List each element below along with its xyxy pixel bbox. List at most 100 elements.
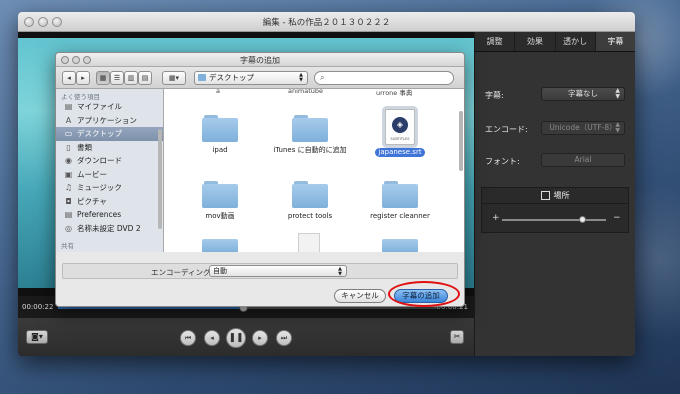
position-box: 場所 + − bbox=[481, 187, 629, 233]
updown-arrows-icon: ▲ ▼ bbox=[615, 121, 620, 134]
cancel-button[interactable]: キャンセル bbox=[334, 289, 386, 303]
sidebar-item-preferences[interactable]: ▤ Preferences bbox=[56, 208, 163, 222]
sidebar-item-applications[interactable]: A アプリケーション bbox=[56, 114, 163, 128]
position-icon bbox=[540, 191, 550, 200]
downloads-icon: ◉ bbox=[65, 156, 72, 166]
encode-select[interactable]: Unicode（UTF-8） ▲ ▼ bbox=[541, 121, 625, 135]
current-time: 00:00:22 bbox=[22, 303, 54, 311]
font-value: Arial bbox=[574, 155, 592, 164]
sidebar-item-label: ピクチャ bbox=[77, 196, 107, 206]
sidebar-item-movies[interactable]: ▣ ムービー bbox=[56, 168, 163, 182]
add-subtitle-dialog: 字幕の追加 ◂ ▸ ▦ ☰ ▥ ▤ ▦▾ デスクトップ ▲ ▼ ⌕ よく使う項目 … bbox=[55, 52, 465, 307]
pictures-icon: ◘ bbox=[65, 196, 72, 206]
movies-icon: ▣ bbox=[64, 169, 73, 179]
sidebar-item-label: Preferences bbox=[77, 210, 122, 219]
pause-button[interactable]: ❚❚ bbox=[226, 328, 246, 348]
arrange-button[interactable]: ▦▾ bbox=[162, 71, 186, 85]
camera-icon: ◙▾ bbox=[31, 332, 43, 341]
settings-panel: 調整 効果 透かし 字幕 字幕: 字幕なし ▲ ▼ エンコード: Unicode（… bbox=[474, 32, 635, 356]
sidebar-item-label: ダウンロード bbox=[77, 156, 122, 165]
grid-icon: ▦ bbox=[99, 74, 107, 82]
sidebar-item-downloads[interactable]: ◉ ダウンロード bbox=[56, 154, 163, 168]
sidebar-item-label: ミュージック bbox=[77, 183, 122, 192]
music-icon: ♫ bbox=[64, 183, 73, 193]
list-view-button[interactable]: ☰ bbox=[110, 71, 124, 85]
letterbox-top bbox=[18, 32, 474, 38]
file-item[interactable]: register cleanner bbox=[358, 181, 442, 221]
position-header: 場所 bbox=[482, 188, 628, 204]
font-button[interactable]: Arial bbox=[541, 153, 625, 167]
sidebar-item-pictures[interactable]: ◘ ピクチャ bbox=[56, 195, 163, 209]
forward-button[interactable]: ▸ bbox=[76, 71, 90, 85]
subtitle-select[interactable]: 字幕なし ▲ ▼ bbox=[541, 87, 625, 101]
file-item[interactable]: mov動画 bbox=[178, 181, 262, 221]
tab-effects[interactable]: 効果 bbox=[515, 32, 556, 51]
search-icon: ⌕ bbox=[320, 73, 325, 82]
forward-arrow-icon: ▸ bbox=[81, 74, 85, 82]
window-title: 編集 - 私の作品２０１３０２２２ bbox=[262, 18, 391, 28]
coverflow-view-button[interactable]: ▤ bbox=[138, 71, 152, 85]
sidebar-item-documents[interactable]: ▯ 書類 bbox=[56, 141, 163, 155]
back-button[interactable]: ◂ bbox=[62, 71, 76, 85]
file-browser-scrollbar[interactable] bbox=[459, 111, 463, 171]
folder-icon bbox=[202, 115, 238, 142]
skip-end-button[interactable]: ⏭ bbox=[276, 330, 292, 346]
arrange-icon: ▦▾ bbox=[168, 74, 180, 82]
sidebar-item-label: デスクトップ bbox=[77, 129, 122, 138]
back-arrow-icon: ◂ bbox=[67, 74, 71, 82]
sidebar-item-desktop[interactable]: ▭ デスクトップ bbox=[56, 127, 163, 141]
step-forward-button[interactable]: ▸ bbox=[252, 330, 268, 346]
position-slider-track[interactable] bbox=[502, 219, 606, 221]
folder-icon: ▤ bbox=[64, 210, 73, 220]
sidebar-item-dvd[interactable]: ◎ 名称未設定 DVD 2 bbox=[56, 222, 163, 236]
subtitle-badge-icon: ◈ bbox=[392, 117, 408, 133]
position-slider-thumb[interactable] bbox=[579, 216, 586, 223]
step-forward-icon: ▸ bbox=[258, 334, 262, 342]
encoding-label: エンコーディング: bbox=[151, 268, 214, 277]
file-name: mov動画 bbox=[205, 212, 235, 220]
timeline-progress bbox=[58, 307, 242, 309]
dialog-toolbar: ◂ ▸ ▦ ☰ ▥ ▤ ▦▾ デスクトップ ▲ ▼ ⌕ bbox=[56, 67, 464, 89]
file-name: japanese.srt bbox=[375, 148, 425, 157]
columns-icon: ▥ bbox=[127, 74, 135, 82]
trim-button[interactable]: ✂ bbox=[450, 330, 464, 344]
folder-icon bbox=[382, 239, 418, 252]
sidebar-item-label: 名称未設定 DVD 2 bbox=[77, 223, 141, 233]
sidebar-item-myfiles[interactable]: ▤ マイファイル bbox=[56, 100, 163, 114]
file-item[interactable]: ipad bbox=[178, 115, 262, 155]
tab-subtitles[interactable]: 字幕 bbox=[595, 32, 635, 51]
snapshot-button[interactable]: ◙▾ bbox=[26, 330, 48, 344]
file-item[interactable]: iTunes に自動的に追加 bbox=[268, 115, 352, 155]
tab-adjust[interactable]: 調整 bbox=[475, 32, 516, 51]
dialog-titlebar: 字幕の追加 bbox=[56, 53, 464, 67]
partial-file-name: urrone 事典 bbox=[376, 89, 413, 97]
encoding-value: 自動 bbox=[213, 267, 227, 275]
location-select[interactable]: デスクトップ ▲ ▼ bbox=[194, 71, 308, 85]
file-item-selected[interactable]: ◈ SUBTITLES japanese.srt bbox=[358, 109, 442, 157]
file-item[interactable]: protect tools bbox=[268, 181, 352, 221]
plus-label: + bbox=[492, 213, 500, 223]
file-name: protect tools bbox=[287, 212, 333, 220]
sidebar-item-label: ムービー bbox=[77, 169, 107, 179]
icon-view-button[interactable]: ▦ bbox=[96, 71, 110, 85]
window-titlebar: 編集 - 私の作品２０１３０２２２ bbox=[18, 12, 635, 32]
skip-start-button[interactable]: ⏮ bbox=[180, 330, 196, 346]
sidebar-item-music[interactable]: ♫ ミュージック bbox=[56, 181, 163, 195]
list-icon: ☰ bbox=[113, 74, 121, 82]
sidebar-scrollbar[interactable] bbox=[158, 129, 162, 229]
minus-label: − bbox=[613, 213, 621, 223]
folder-icon bbox=[382, 181, 418, 208]
file-name: ipad bbox=[212, 146, 228, 154]
coverflow-icon: ▤ bbox=[141, 74, 149, 82]
column-view-button[interactable]: ▥ bbox=[124, 71, 138, 85]
search-input[interactable]: ⌕ bbox=[314, 71, 454, 85]
step-back-button[interactable]: ◂ bbox=[204, 330, 220, 346]
subtitle-select-value: 字幕なし bbox=[568, 89, 598, 98]
font-label: フォント: bbox=[485, 157, 520, 166]
encoding-select[interactable]: 自動 ▲ ▼ bbox=[209, 265, 347, 277]
tab-watermark[interactable]: 透かし bbox=[556, 32, 596, 51]
desktop-icon: ▭ bbox=[64, 129, 73, 139]
encoding-row: エンコーディング: 自動 ▲ ▼ bbox=[62, 263, 458, 279]
subtitle-label: 字幕: bbox=[485, 91, 504, 100]
dvd-icon: ◎ bbox=[65, 223, 72, 233]
